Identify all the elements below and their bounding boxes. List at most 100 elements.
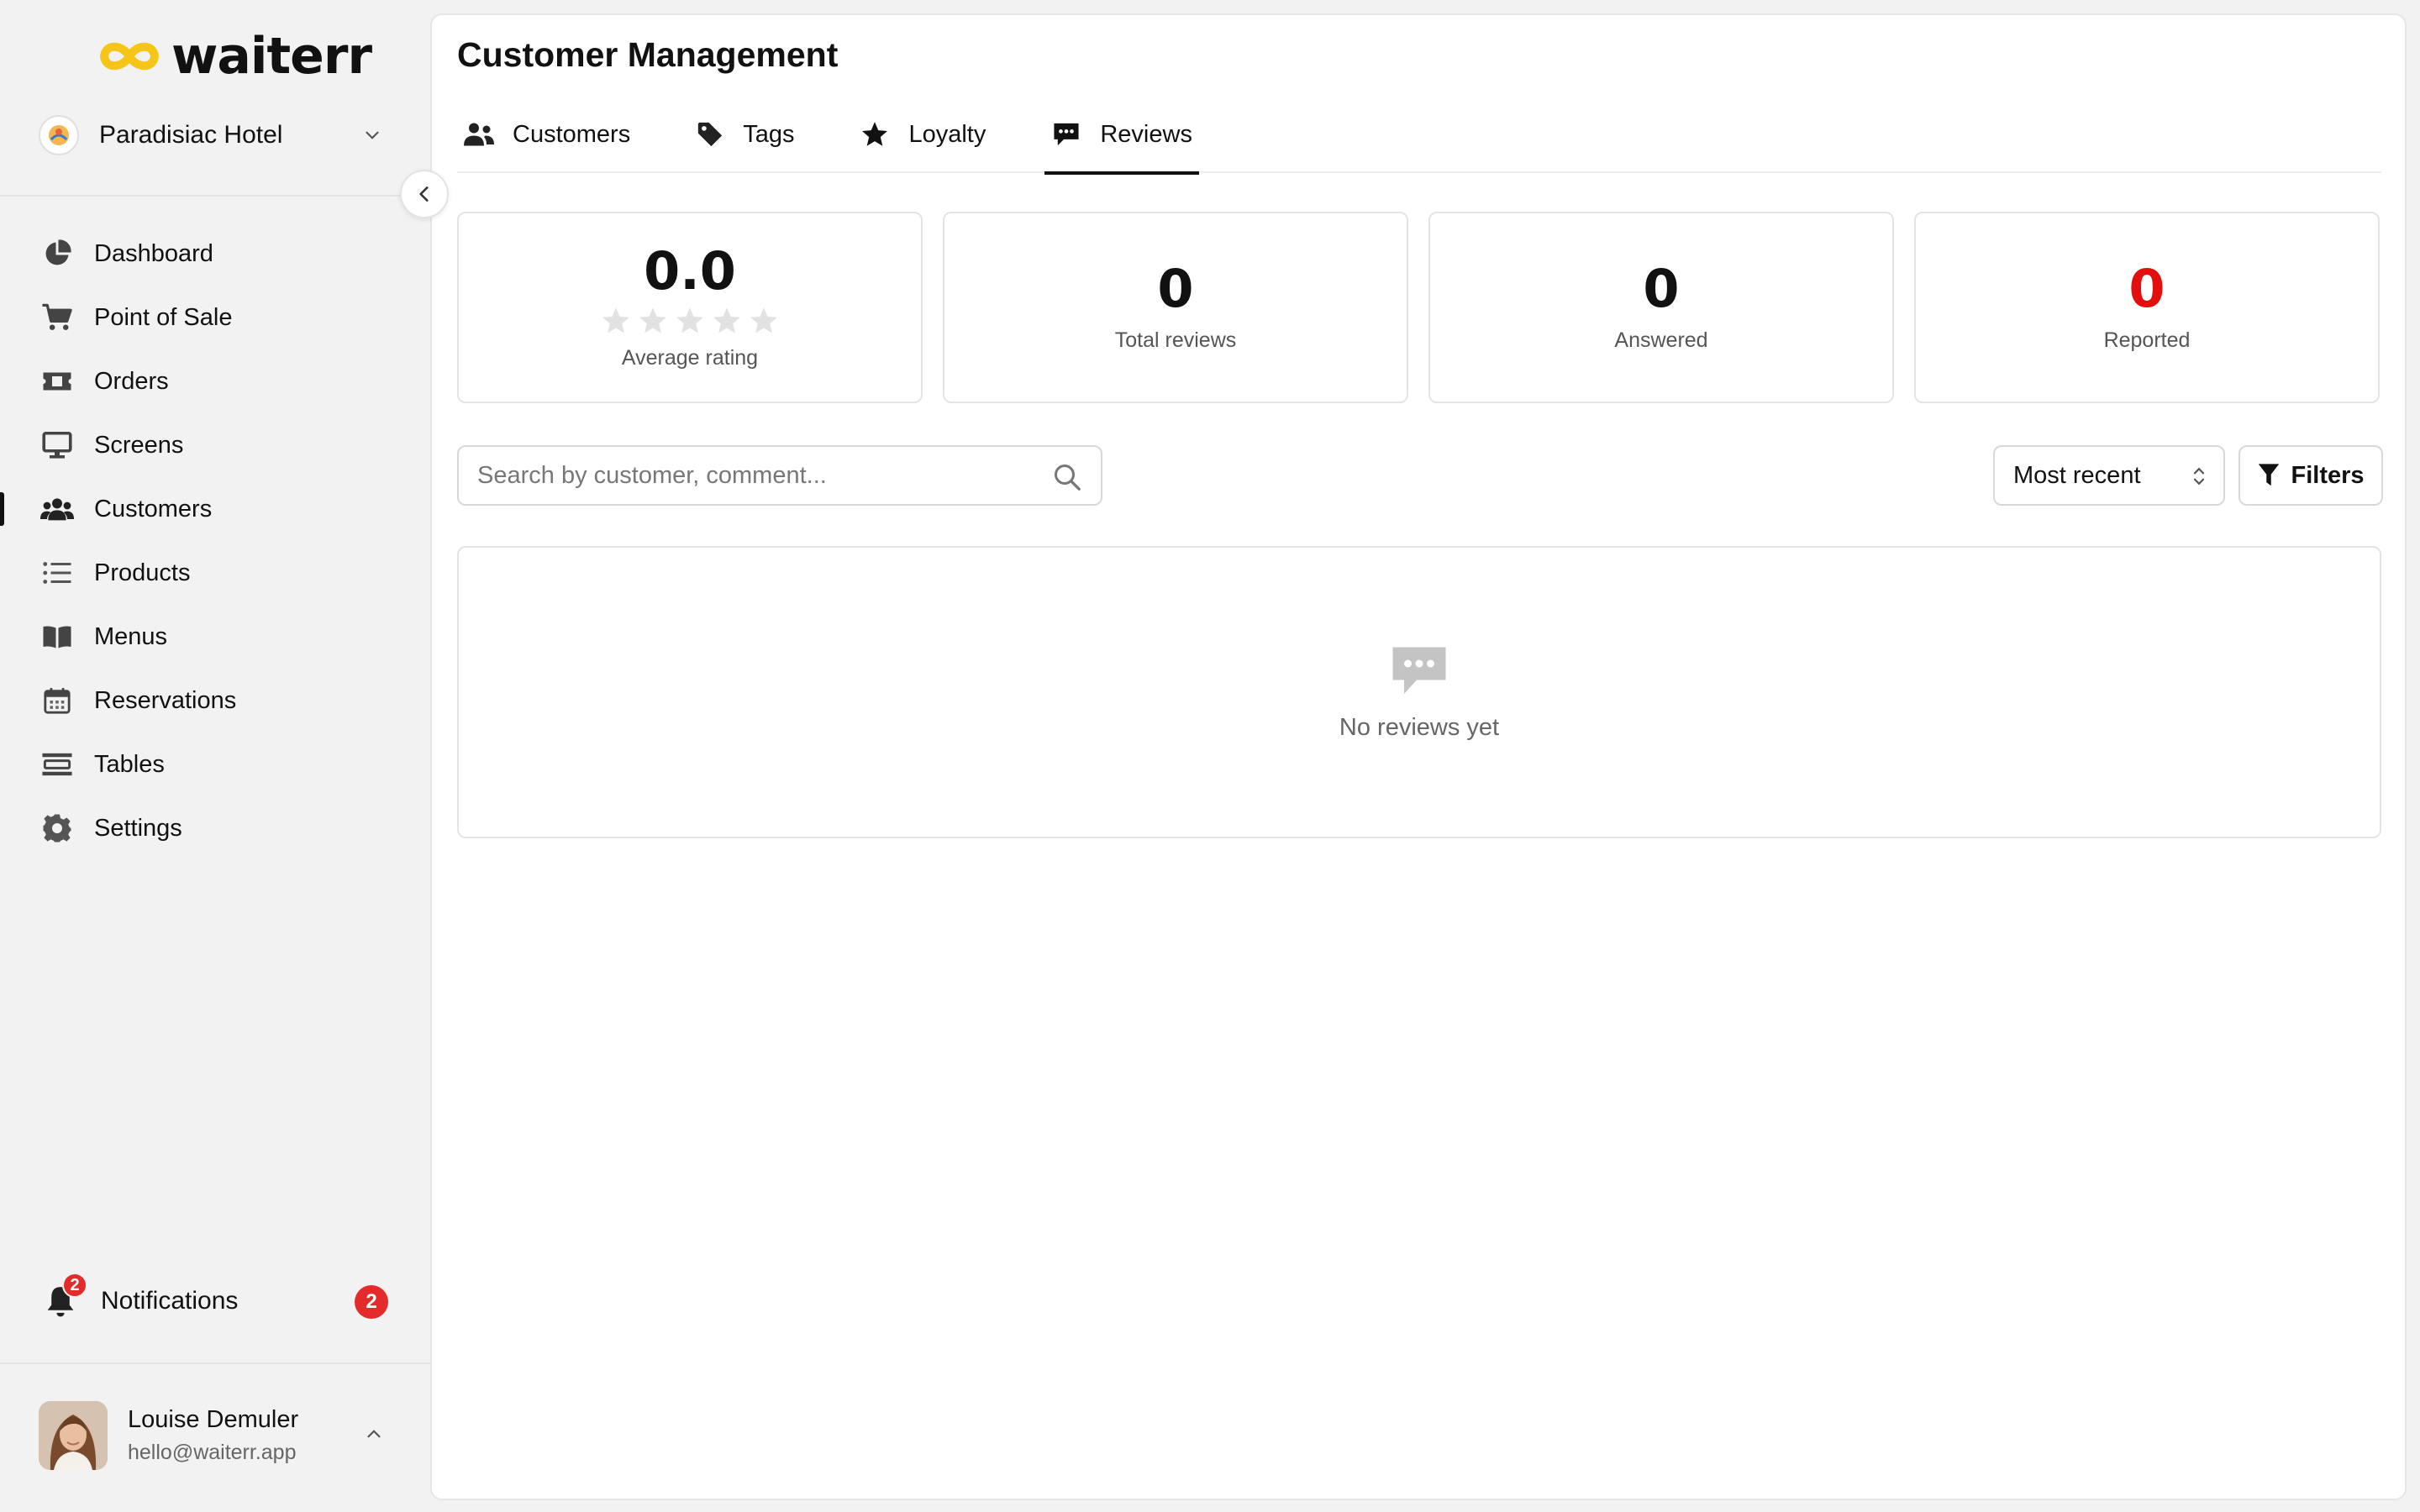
total-reviews-value: 0 xyxy=(1157,257,1194,319)
select-caret-icon xyxy=(2193,467,2205,486)
review-stats: 0.0 Average rating 0 Total reviews 0 Ans… xyxy=(457,212,2380,403)
stat-card-answered: 0 Answered xyxy=(1428,212,1894,403)
filters-label: Filters xyxy=(2291,461,2365,489)
sidebar-item-customers[interactable]: Customers xyxy=(0,477,430,541)
sidebar-item-settings[interactable]: Settings xyxy=(0,796,430,860)
users-icon xyxy=(464,123,494,146)
sidebar-item-label: Screens xyxy=(94,431,184,459)
stat-card-reported: 0 Reported xyxy=(1914,212,2380,403)
pie-chart-icon xyxy=(40,237,74,270)
sidebar-item-label: Customers xyxy=(94,495,213,522)
star-icon xyxy=(750,307,777,333)
sidebar-item-dashboard[interactable]: Dashboard xyxy=(0,222,430,286)
venue-name: Paradisiac Hotel xyxy=(99,121,283,149)
sidebar-item-orders[interactable]: Orders xyxy=(0,349,430,413)
notifications-count-badge: 2 xyxy=(355,1285,388,1319)
sort-select[interactable]: Most recent xyxy=(1993,445,2225,506)
gear-icon xyxy=(40,811,74,845)
search-input[interactable] xyxy=(477,447,1032,504)
table-icon xyxy=(40,748,74,781)
chevron-up-icon xyxy=(367,1430,381,1438)
sidebar-item-label: Settings xyxy=(94,814,182,842)
tab-label: Loyalty xyxy=(908,120,986,148)
chevron-left-icon xyxy=(419,186,429,202)
average-rating-label: Average rating xyxy=(621,345,759,370)
infinity-logo-icon xyxy=(100,42,159,71)
notifications-item[interactable]: 2 Notifications 2 xyxy=(40,1273,393,1327)
sidebar: waiterr Paradisiac Hotel Dashboard Point… xyxy=(0,0,430,1512)
collapse-sidebar-button[interactable] xyxy=(400,170,449,218)
search-icon[interactable] xyxy=(1052,462,1082,492)
calendar-icon xyxy=(40,684,74,717)
star-icon xyxy=(676,307,703,333)
sidebar-item-label: Dashboard xyxy=(94,239,213,267)
filters-button[interactable]: Filters xyxy=(2238,445,2383,506)
answered-value: 0 xyxy=(1643,257,1680,319)
speech-bubble-icon xyxy=(1392,647,1446,694)
sidebar-divider xyxy=(0,195,430,197)
rating-stars xyxy=(600,306,780,336)
brand-name: waiterr xyxy=(171,27,372,86)
users-icon xyxy=(40,492,74,526)
tab-label: Tags xyxy=(743,120,795,148)
stat-card-total-reviews: 0 Total reviews xyxy=(943,212,1408,403)
tab-customers[interactable]: Customers xyxy=(457,96,637,173)
main-panel: Customer Management Customers Tags Loyal… xyxy=(430,13,2407,1500)
sidebar-item-label: Menus xyxy=(94,622,168,650)
tab-loyalty[interactable]: Loyalty xyxy=(853,96,992,173)
user-menu[interactable]: Louise Demuler hello@waiterr.app xyxy=(39,1399,392,1472)
speech-bubble-icon xyxy=(1054,123,1079,146)
tab-tags[interactable]: Tags xyxy=(689,96,801,173)
tab-label: Customers xyxy=(513,120,631,148)
funnel-icon xyxy=(2259,464,2280,486)
sidebar-item-menus[interactable]: Menus xyxy=(0,605,430,669)
sort-value: Most recent xyxy=(2013,461,2141,489)
sidebar-item-screens[interactable]: Screens xyxy=(0,413,430,477)
venue-logo-icon xyxy=(39,115,79,155)
sidebar-item-label: Reservations xyxy=(94,686,237,714)
sidebar-item-label: Products xyxy=(94,559,191,586)
sidebar-item-label: Point of Sale xyxy=(94,303,233,331)
reported-label: Reported xyxy=(2103,328,2191,352)
user-info: Louise Demuler hello@waiterr.app xyxy=(128,1406,298,1465)
avatar xyxy=(39,1401,108,1470)
star-icon xyxy=(862,122,888,146)
reported-value: 0 xyxy=(2128,257,2165,319)
book-icon xyxy=(40,620,74,654)
bell-icon: 2 xyxy=(40,1273,87,1321)
star-icon xyxy=(713,307,740,333)
sidebar-divider xyxy=(0,1362,430,1364)
notifications-label: Notifications xyxy=(101,1287,239,1315)
sidebar-item-tables[interactable]: Tables xyxy=(0,732,430,796)
stat-card-average-rating: 0.0 Average rating xyxy=(457,212,923,403)
sidebar-item-reservations[interactable]: Reservations xyxy=(0,669,430,732)
user-name: Louise Demuler xyxy=(128,1406,299,1433)
sidebar-item-label: Orders xyxy=(94,367,169,395)
average-rating-value: 0.0 xyxy=(644,239,736,302)
venue-selector[interactable]: Paradisiac Hotel xyxy=(39,109,392,161)
tab-reviews[interactable]: Reviews xyxy=(1044,96,1199,175)
star-icon xyxy=(602,307,629,333)
page-title: Customer Management xyxy=(457,35,839,74)
user-email: hello@waiterr.app xyxy=(128,1441,297,1464)
total-reviews-label: Total reviews xyxy=(1114,328,1237,352)
tab-bar: Customers Tags Loyalty Reviews xyxy=(457,96,2381,175)
chevron-down-icon xyxy=(366,131,379,139)
brand-logo[interactable]: waiterr xyxy=(97,27,372,86)
ticket-icon xyxy=(40,365,74,398)
notification-dot-badge: 2 xyxy=(62,1273,87,1298)
answered-label: Answered xyxy=(1614,328,1708,352)
cart-icon xyxy=(40,301,74,334)
search-box xyxy=(457,445,1102,506)
sidebar-item-label: Tables xyxy=(94,750,165,778)
monitor-icon xyxy=(40,428,74,462)
list-icon xyxy=(40,556,74,590)
star-icon xyxy=(639,307,666,333)
sidebar-item-point-of-sale[interactable]: Point of Sale xyxy=(0,286,430,349)
tab-label: Reviews xyxy=(1100,120,1192,148)
empty-state-message: No reviews yet xyxy=(1339,713,1500,741)
sidebar-item-products[interactable]: Products xyxy=(0,541,430,605)
sidebar-nav: Dashboard Point of Sale Orders Screens C… xyxy=(0,222,430,860)
tag-icon xyxy=(698,122,723,147)
reviews-empty-state: No reviews yet xyxy=(457,546,2381,838)
